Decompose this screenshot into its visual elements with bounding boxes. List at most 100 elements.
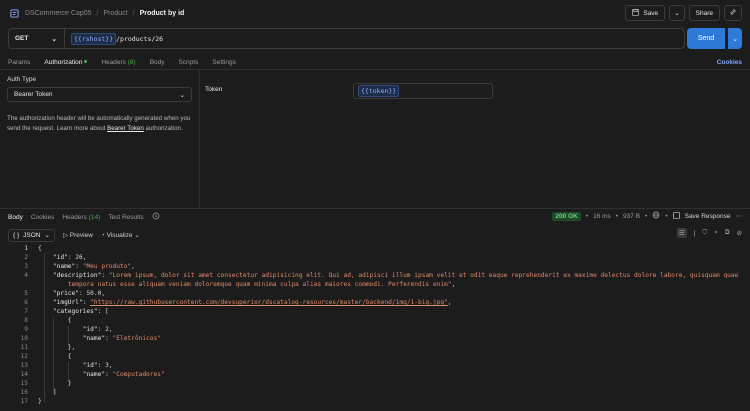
globe-icon[interactable]	[652, 211, 660, 221]
url-bar: GET ⌄ {{rshost}}/products/26	[8, 28, 685, 49]
line-number: 12	[20, 353, 28, 360]
dot-separator: •	[615, 212, 619, 220]
response-tabs: Body Cookies Headers (14) Test Results 2…	[8, 211, 742, 223]
line-number: 11	[20, 344, 28, 351]
code-line: "name": "Meu produto",	[52, 263, 135, 270]
send-button[interactable]: Send	[687, 28, 725, 49]
share-button[interactable]: Share	[688, 5, 720, 21]
search-icon[interactable]: ⌕	[714, 229, 718, 237]
line-number: 17	[20, 398, 28, 405]
cookies-link[interactable]: Cookies	[717, 59, 742, 66]
copy-link-button[interactable]	[724, 5, 742, 21]
code-line: "price": 50.0,	[52, 290, 106, 297]
auth-type-select[interactable]: Bearer Token ⌄	[7, 87, 192, 102]
resp-tab-headers[interactable]: Headers (14)	[62, 214, 100, 221]
tab-headers-label: Headers	[101, 58, 126, 66]
active-dot-icon	[84, 60, 88, 64]
line-number: 3	[24, 263, 28, 270]
json-price: 50.0	[86, 290, 102, 297]
more-options-icon[interactable]: ⋯	[736, 212, 743, 220]
line-number: 10	[20, 335, 28, 342]
dot-separator: •	[645, 212, 648, 220]
json-cat2-name: "Computadores"	[112, 371, 165, 378]
breadcrumb-separator: /	[132, 9, 135, 17]
auth-description: The authorization header will be automat…	[7, 114, 192, 133]
code-line: "categories": [	[52, 308, 109, 315]
response-size[interactable]: 937 B	[623, 213, 640, 220]
code-line: tempora natus esse aliquam veniam dolore…	[67, 281, 456, 288]
token-variable[interactable]: {{token}}	[358, 85, 400, 97]
url-path: /products/26	[116, 34, 164, 43]
breadcrumb-request[interactable]: Product by id	[140, 10, 185, 17]
resp-tab-test-results[interactable]: Test Results	[108, 214, 143, 221]
line-number: 1	[24, 245, 28, 252]
code-line: "name": "Eletrônicos"	[82, 335, 161, 342]
bearer-token-link[interactable]: Bearer Token	[107, 125, 144, 132]
code-line: "id": 26,	[52, 254, 87, 261]
resp-tab-headers-label: Headers	[62, 213, 87, 221]
resp-tab-cookies[interactable]: Cookies	[31, 214, 54, 221]
json-description-cont: tempora natus esse aliquam veniam dolore…	[67, 281, 452, 288]
format-label: JSON	[23, 231, 41, 239]
tab-params[interactable]: Params	[8, 59, 30, 66]
code-line: },	[38, 344, 76, 351]
visualize-label: Visualize	[106, 232, 133, 239]
method-select[interactable]: GET ⌄	[9, 29, 65, 48]
code-line: }	[38, 380, 72, 387]
resp-tab-body[interactable]: Body	[8, 214, 23, 221]
json-img-url[interactable]: "https://raw.githubusercontent.com/devsu…	[90, 299, 448, 306]
url-row: GET ⌄ {{rshost}}/products/26 Send ⌄	[8, 28, 742, 49]
line-number: 6	[24, 299, 28, 306]
wrap-lines-icon[interactable]: ☰	[676, 228, 687, 238]
history-icon[interactable]	[152, 212, 160, 222]
dot-separator: •	[585, 212, 589, 220]
response-body[interactable]: 1 2 3 4 5 6 7 8 9 10 11 12 13 14 15 16 1…	[0, 245, 750, 411]
chevron-down-icon: ⌄	[674, 10, 680, 17]
line-number: 16	[20, 389, 28, 396]
format-select[interactable]: { } JSON ⌄	[8, 228, 55, 242]
response-time[interactable]: 16 ms	[593, 213, 611, 220]
tab-authorization[interactable]: Authorization	[44, 58, 88, 70]
link-icon	[729, 8, 737, 18]
tab-body[interactable]: Body	[150, 59, 165, 66]
tab-authorization-label: Authorization	[44, 58, 83, 66]
save-response-icon	[672, 211, 680, 221]
save-options-button[interactable]: ⌄	[669, 5, 685, 21]
json-name: "Meu produto"	[82, 263, 132, 270]
code-line: "id": 3,	[82, 362, 113, 369]
preview-button[interactable]: ▷ Preview	[63, 231, 93, 239]
code-line: {	[38, 245, 42, 252]
send-options-button[interactable]: ⌄	[728, 28, 742, 49]
tab-settings[interactable]: Settings	[212, 59, 236, 66]
json-cat2-id: 3	[105, 362, 109, 369]
chevron-down-icon: ⌄	[51, 35, 57, 43]
line-number: 2	[24, 254, 28, 261]
status-badge[interactable]: 200 OK	[552, 211, 581, 221]
json-description: "Lorem ipsum, dolor sit amet consectetur…	[108, 272, 739, 279]
line-number: 8	[24, 317, 28, 324]
breadcrumb-collection[interactable]: DSCommerce Cap05	[25, 10, 92, 17]
code-line: "name": "Computadores"	[82, 371, 165, 378]
filter-icon[interactable]: ⛉	[702, 229, 707, 237]
divider-icon: |	[693, 229, 696, 237]
tab-scripts[interactable]: Scripts	[179, 59, 199, 66]
breadcrumb: DSCommerce Cap05 / Product / Product by …	[25, 10, 184, 17]
breadcrumb-folder[interactable]: Product	[103, 10, 127, 17]
tab-headers[interactable]: Headers (8)	[101, 59, 135, 66]
headers-count: (8)	[127, 58, 136, 66]
copy-icon[interactable]: ⧉	[725, 229, 730, 237]
chevron-down-icon: ⌄	[44, 232, 50, 239]
line-number: 4	[24, 272, 28, 279]
line-number: 5	[24, 290, 28, 297]
url-input[interactable]: {{rshost}}/products/26	[65, 32, 164, 45]
clear-icon[interactable]: ⊘	[737, 229, 742, 237]
token-input[interactable]: {{token}}	[353, 83, 493, 99]
save-button[interactable]: Save	[625, 5, 666, 21]
visualize-button[interactable]: ◔ Visualize ⌄	[101, 231, 140, 239]
token-label: Token	[205, 86, 223, 93]
code-line: "description": "Lorem ipsum, dolor sit a…	[52, 272, 739, 279]
share-label: Share	[695, 9, 713, 17]
save-response-button[interactable]: Save Response	[685, 213, 731, 220]
auth-type-value: Bearer Token	[14, 91, 53, 98]
url-variable[interactable]: {{rshost}}	[71, 32, 117, 45]
